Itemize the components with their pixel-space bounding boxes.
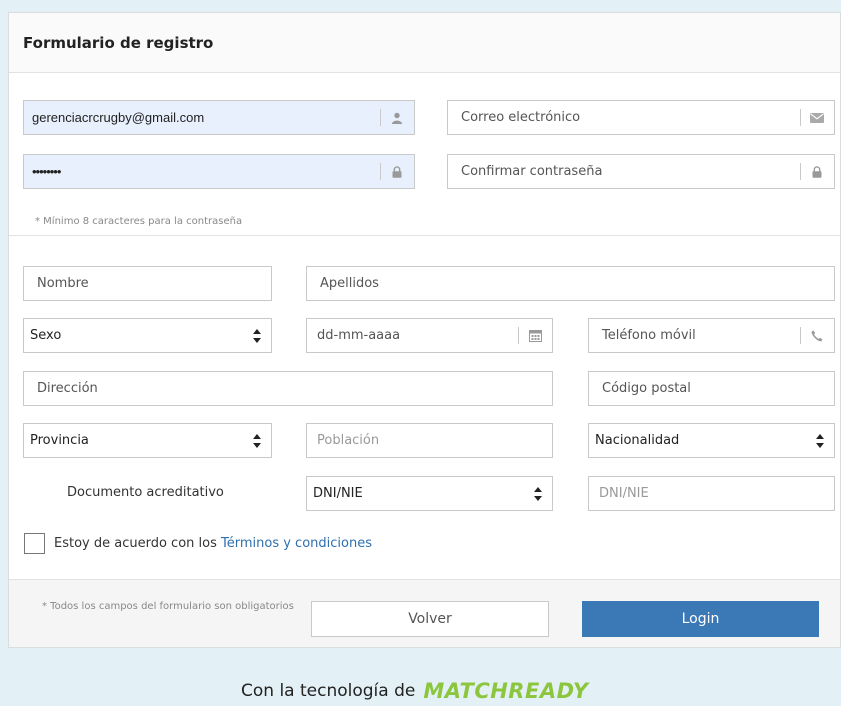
- lock-icon: [800, 155, 834, 188]
- postal-code-placeholder: Código postal: [602, 381, 691, 396]
- brand-name: MATCHREADY: [423, 679, 589, 703]
- nacionalidad-value: Nacionalidad: [595, 433, 680, 448]
- terms-checkbox[interactable]: [24, 533, 45, 554]
- nombre-placeholder: Nombre: [37, 276, 89, 291]
- required-note: * Todos los campos del formulario son ob…: [42, 601, 294, 612]
- matchready-logo: MATCHREADY: [423, 679, 588, 703]
- nombre-input[interactable]: Nombre: [23, 266, 272, 301]
- login-button[interactable]: Login: [582, 601, 819, 637]
- birthdate-placeholder: dd-mm-aaaa: [317, 328, 401, 343]
- user-icon: [380, 101, 414, 134]
- terms-text: Estoy de acuerdo con los Términos y cond…: [54, 536, 372, 551]
- password-hint: * Mínimo 8 caracteres para la contraseña: [35, 216, 243, 227]
- phone-placeholder: Teléfono móvil: [602, 328, 696, 343]
- select-arrows-icon: [253, 329, 261, 343]
- document-number-input[interactable]: DNI/NIE: [588, 476, 835, 511]
- powered-by-text: Con la tecnología de: [241, 681, 416, 701]
- sexo-select[interactable]: Sexo: [23, 318, 272, 353]
- phone-icon: [800, 319, 834, 352]
- document-number-placeholder: DNI/NIE: [599, 486, 649, 501]
- confirm-password-input[interactable]: Confirmar contraseña: [447, 154, 835, 189]
- page-title: Formulario de registro: [23, 34, 214, 52]
- document-type-select[interactable]: DNI/NIE: [306, 476, 553, 511]
- registration-panel: Formulario de registro gerenciacrcrugby@…: [8, 12, 841, 648]
- direccion-input[interactable]: Dirección: [23, 371, 553, 406]
- select-arrows-icon: [253, 434, 261, 448]
- poblacion-placeholder: Población: [317, 433, 380, 448]
- email-placeholder: Correo electrónico: [461, 110, 581, 125]
- password-input[interactable]: ••••••••: [23, 154, 415, 189]
- terms-link[interactable]: Términos y condiciones: [221, 536, 372, 551]
- postal-code-input[interactable]: Código postal: [588, 371, 835, 406]
- direccion-placeholder: Dirección: [37, 381, 98, 396]
- document-type-value: DNI/NIE: [313, 486, 363, 501]
- nacionalidad-select[interactable]: Nacionalidad: [588, 423, 835, 458]
- lock-icon: [380, 155, 414, 188]
- envelope-icon: [800, 101, 834, 134]
- back-button[interactable]: Volver: [311, 601, 549, 637]
- email-input[interactable]: Correo electrónico: [447, 100, 835, 135]
- password-value: ••••••••: [32, 164, 61, 179]
- document-label: Documento acreditativo: [67, 485, 224, 500]
- select-arrows-icon: [534, 487, 542, 501]
- provincia-select[interactable]: Provincia: [23, 423, 272, 458]
- birthdate-input[interactable]: dd-mm-aaaa: [306, 318, 553, 353]
- confirm-password-placeholder: Confirmar contraseña: [461, 164, 603, 179]
- section-divider: [9, 235, 840, 236]
- panel-header: Formulario de registro: [9, 13, 840, 73]
- phone-input[interactable]: Teléfono móvil: [588, 318, 835, 353]
- username-value: gerenciacrcrugby@gmail.com: [32, 110, 205, 125]
- sexo-value: Sexo: [30, 328, 62, 343]
- form-footer: * Todos los campos del formulario son ob…: [9, 579, 840, 647]
- poblacion-input[interactable]: Población: [306, 423, 553, 458]
- provincia-value: Provincia: [30, 433, 89, 448]
- powered-by: Con la tecnología de MATCHREADY: [241, 676, 589, 706]
- username-input[interactable]: gerenciacrcrugby@gmail.com: [23, 100, 415, 135]
- apellidos-placeholder: Apellidos: [320, 276, 379, 291]
- select-arrows-icon: [816, 434, 824, 448]
- terms-label: Estoy de acuerdo con los: [54, 536, 217, 551]
- calendar-icon: [518, 319, 552, 352]
- apellidos-input[interactable]: Apellidos: [306, 266, 835, 301]
